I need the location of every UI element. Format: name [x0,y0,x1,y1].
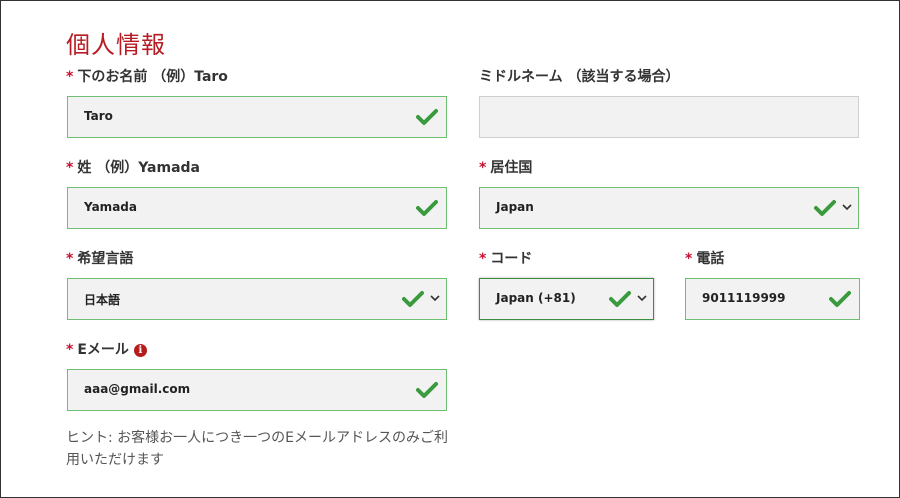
last-name-field[interactable]: Yamada [67,187,447,229]
code-value: Japan (+81) [496,291,576,305]
code-select[interactable]: Japan (+81) [479,278,654,320]
phone-field[interactable]: 9011119999 [685,278,860,320]
check-icon [829,291,851,307]
check-icon [416,200,438,216]
email-field[interactable]: aaa@gmail.com [67,369,447,411]
country-label: * 居住国 [479,157,532,177]
email-label: * Eメール i [66,339,147,359]
check-icon [609,291,631,307]
check-icon [402,291,424,307]
required-asterisk: * [66,160,74,176]
required-asterisk: * [685,251,693,267]
phone-label: * 電話 [685,248,724,268]
middle-name-label: ミドルネーム （該当する場合） [479,69,680,85]
first-name-label-text: 下のお名前 （例）Taro [77,69,228,85]
info-icon[interactable]: i [133,344,147,357]
chevron-down-icon[interactable] [637,295,647,302]
code-label-text: コード [490,251,533,267]
country-select[interactable]: Japan [479,187,859,229]
check-icon [814,200,836,216]
email-label-text: Eメール [77,342,129,358]
code-label: * コード [479,248,532,268]
phone-value: 9011119999 [702,291,786,305]
required-asterisk: * [66,69,74,85]
language-select[interactable]: 日本語 [67,278,447,320]
first-name-label: * 下のお名前 （例）Taro [66,66,228,86]
country-value: Japan [496,200,534,214]
last-name-value: Yamada [84,200,137,214]
first-name-value: Taro [84,109,113,123]
required-asterisk: * [479,160,487,176]
section-title: 個人情報 [66,31,166,59]
language-label: * 希望言語 [66,248,133,268]
language-value: 日本語 [84,293,121,307]
chevron-down-icon[interactable] [842,204,852,211]
middle-name-field[interactable] [479,96,859,138]
last-name-label: * 姓 （例）Yamada [66,157,200,177]
required-asterisk: * [66,342,74,358]
chevron-down-icon[interactable] [430,295,440,302]
required-asterisk: * [479,251,487,267]
required-asterisk: * [66,251,74,267]
email-value: aaa@gmail.com [84,382,191,396]
phone-label-text: 電話 [696,251,725,267]
first-name-field[interactable]: Taro [67,96,447,138]
check-icon [416,382,438,398]
check-icon [416,109,438,125]
country-label-text: 居住国 [490,160,533,176]
email-hint: ヒント: お客様お一人につき一つのEメールアドレスのみご利用いただけます [66,430,449,468]
last-name-label-text: 姓 （例）Yamada [77,160,201,176]
language-label-text: 希望言語 [77,251,134,267]
